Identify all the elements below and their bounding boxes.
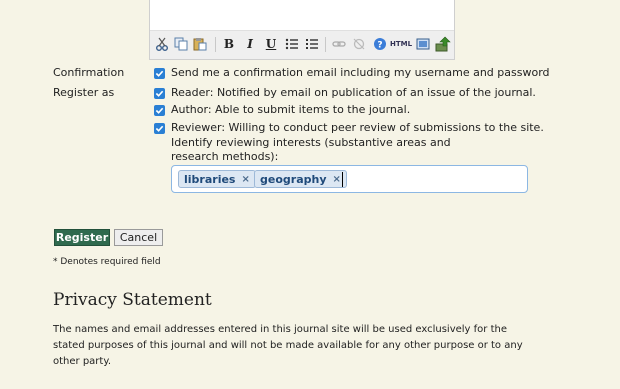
confirmation-text: Send me a confirmation email including m… (171, 66, 550, 79)
reviewing-interests-tag-input[interactable]: libraries × geography × (171, 165, 528, 193)
rich-text-editor[interactable]: B I U ? HTML (149, 0, 455, 60)
checkmark-icon (155, 90, 164, 97)
required-field-note: * Denotes required field (53, 257, 161, 267)
svg-text:?: ? (377, 41, 382, 51)
checkmark-icon (155, 70, 164, 77)
checkmark-icon (155, 125, 164, 132)
remove-tag-icon[interactable]: × (241, 174, 249, 185)
fullscreen-icon[interactable] (415, 36, 431, 52)
toolbar-separator (215, 37, 216, 52)
toolbar-separator (325, 37, 326, 52)
paste-icon[interactable] (192, 36, 208, 52)
confirmation-checkbox[interactable] (154, 68, 165, 79)
help-icon[interactable]: ? (372, 36, 388, 52)
author-checkbox[interactable] (154, 105, 165, 116)
numbered-list-icon[interactable] (304, 36, 320, 52)
underline-icon[interactable]: U (263, 36, 279, 52)
interest-tag-label: libraries (184, 172, 236, 186)
text-caret (342, 172, 343, 187)
reviewer-role-text: Reviewer: Willing to conduct peer review… (171, 121, 544, 134)
upload-image-icon[interactable] (435, 36, 451, 52)
link-icon[interactable] (331, 36, 347, 52)
editor-toolbar: B I U ? HTML (150, 30, 454, 59)
register-as-label: Register as (53, 86, 115, 99)
bullet-list-icon[interactable] (284, 36, 300, 52)
interest-tag-label: geography (260, 172, 327, 186)
interest-tag: geography × (254, 170, 347, 188)
unlink-icon[interactable] (351, 36, 367, 52)
interest-tag: libraries × (178, 170, 256, 188)
copy-icon[interactable] (173, 36, 189, 52)
cut-icon[interactable] (154, 36, 170, 52)
privacy-statement-heading: Privacy Statement (53, 290, 212, 310)
cancel-button[interactable]: Cancel (114, 229, 163, 246)
author-role-text: Author: Able to submit items to the jour… (171, 103, 411, 116)
reader-checkbox[interactable] (154, 88, 165, 99)
reviewing-interests-instructions: Identify reviewing interests (substantiv… (171, 136, 451, 163)
confirmation-label: Confirmation (53, 66, 125, 79)
register-button[interactable]: Register (54, 229, 110, 246)
privacy-statement-text: The names and email addresses entered in… (53, 324, 523, 367)
bold-icon[interactable]: B (221, 36, 237, 52)
html-icon[interactable]: HTML (390, 36, 412, 52)
reader-role-text: Reader: Notified by email on publication… (171, 86, 536, 99)
reviewer-checkbox[interactable] (154, 123, 165, 134)
checkmark-icon (155, 107, 164, 114)
remove-tag-icon[interactable]: × (333, 174, 341, 185)
italic-icon[interactable]: I (242, 36, 258, 52)
